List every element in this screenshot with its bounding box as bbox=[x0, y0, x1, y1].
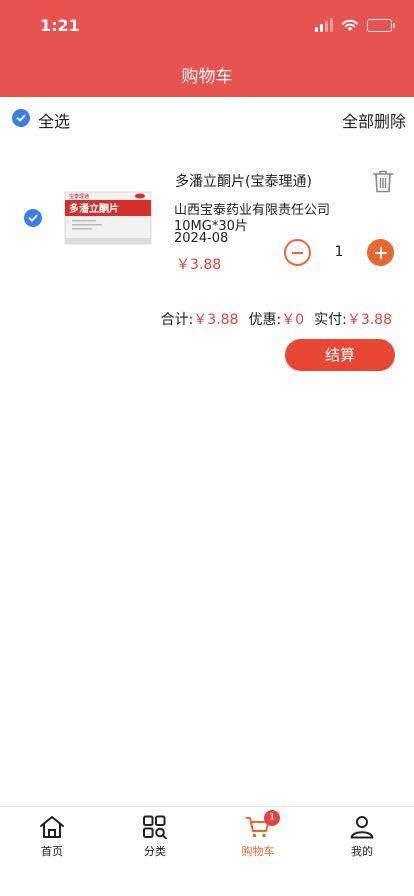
app-header: 1:21 购物车 bbox=[0, 0, 414, 97]
product-image-title: 多潘立酮片 bbox=[69, 202, 119, 215]
order-summary: 合计:￥3.88 优惠:￥0 实付:￥3.88 bbox=[161, 309, 392, 329]
check-icon bbox=[16, 114, 26, 122]
decrease-quantity-button[interactable] bbox=[284, 239, 311, 266]
discount-label: 优惠: bbox=[248, 312, 282, 328]
product-date: 2024-08 bbox=[174, 231, 229, 246]
select-all-checkbox[interactable] bbox=[12, 109, 30, 127]
cellular-signal-icon bbox=[315, 18, 333, 32]
page-title: 购物车 bbox=[181, 67, 233, 87]
item-checkbox[interactable] bbox=[24, 209, 42, 227]
wifi-icon bbox=[342, 19, 358, 31]
cart-content: 全选 全部删除 宝泰理通 多潘立酮片 多潘立酮片(宝泰理通) 山西宝泰药业有限责… bbox=[0, 97, 414, 806]
total-value: ￥3.88 bbox=[193, 312, 239, 328]
increase-quantity-button[interactable] bbox=[367, 239, 394, 266]
category-grid-icon bbox=[143, 815, 167, 839]
cart-badge: 1 bbox=[264, 810, 280, 826]
product-image-brand: 宝泰理通 bbox=[69, 193, 89, 200]
tab-cart[interactable]: 1 购物车 bbox=[228, 810, 288, 859]
checkout-button[interactable]: 结算 bbox=[285, 339, 395, 371]
status-time: 1:21 bbox=[40, 16, 80, 35]
home-icon bbox=[40, 816, 64, 838]
check-icon bbox=[28, 214, 38, 222]
tab-home[interactable]: 首页 bbox=[22, 815, 82, 859]
total-label: 合计: bbox=[160, 312, 194, 328]
bottom-tab-bar: 首页 分类 1 购物车 我的 bbox=[0, 806, 414, 896]
select-all-label[interactable]: 全选 bbox=[38, 108, 70, 132]
product-name[interactable]: 多潘立酮片(宝泰理通) bbox=[175, 171, 312, 191]
status-bar: 1:21 bbox=[0, 0, 414, 52]
tab-home-label: 首页 bbox=[41, 845, 63, 858]
battery-icon bbox=[367, 18, 395, 32]
tab-category[interactable]: 分类 bbox=[125, 815, 185, 859]
tab-category-label: 分类 bbox=[144, 845, 166, 858]
paid-value: ￥3.88 bbox=[346, 312, 392, 328]
product-image[interactable]: 宝泰理通 多潘立酮片 bbox=[64, 186, 152, 246]
quantity-value[interactable]: 1 bbox=[325, 244, 353, 260]
tab-mine[interactable]: 我的 bbox=[332, 815, 392, 859]
status-icons bbox=[315, 18, 395, 32]
delete-all-button[interactable]: 全部删除 bbox=[342, 108, 406, 132]
discount-value: ￥0 bbox=[281, 312, 305, 328]
tab-mine-label: 我的 bbox=[351, 845, 373, 858]
product-price: ￥3.88 bbox=[176, 257, 222, 273]
paid-label: 实付: bbox=[314, 312, 347, 328]
user-icon bbox=[350, 816, 374, 839]
tab-cart-label: 购物车 bbox=[241, 845, 275, 858]
trash-icon[interactable] bbox=[372, 169, 394, 193]
